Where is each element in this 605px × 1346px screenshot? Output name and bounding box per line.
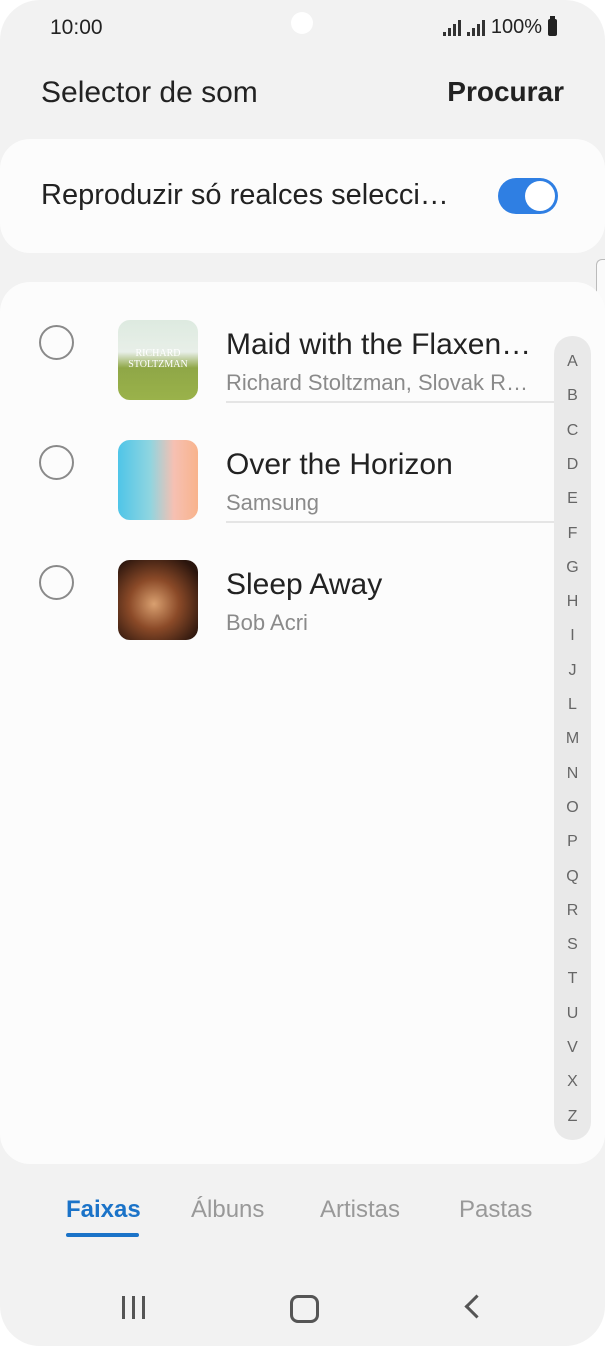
highlights-toggle-card[interactable]: Reproduzir só realces selecci… — [0, 139, 605, 253]
radio-button[interactable] — [39, 445, 74, 480]
active-tab-indicator — [66, 1233, 139, 1237]
tab-tracks[interactable]: Faixas — [66, 1196, 141, 1224]
back-icon[interactable] — [464, 1294, 489, 1319]
album-cover — [118, 560, 198, 640]
track-artist: Bob Acri — [226, 610, 308, 635]
alphabet-index-letter[interactable]: S — [554, 936, 591, 954]
recent-apps-icon[interactable] — [122, 1296, 145, 1319]
navigation-bar — [0, 1270, 605, 1346]
switch-knob — [525, 181, 555, 211]
status-bar: 10:00 100% — [0, 0, 605, 56]
alphabet-index-letter[interactable]: L — [554, 696, 591, 714]
status-time: 10:00 — [50, 16, 103, 39]
battery-percentage: 100% — [490, 16, 542, 38]
album-cover-text: RICHARD STOLTZMAN — [128, 348, 188, 370]
home-icon[interactable] — [290, 1295, 319, 1323]
alphabet-index-letter[interactable]: B — [554, 387, 591, 405]
tab-artists[interactable]: Artistas — [320, 1196, 400, 1224]
alphabet-index-scrollbar[interactable]: ABCDEFGHIJLMNOPQRSTUVXZ — [554, 336, 591, 1140]
alphabet-index-letter[interactable]: A — [554, 353, 591, 371]
camera-cutout — [291, 12, 313, 34]
alphabet-index-letter[interactable]: R — [554, 902, 591, 920]
radio-button[interactable] — [39, 565, 74, 600]
page-title: Selector de som — [41, 76, 258, 109]
alphabet-index-letter[interactable]: I — [554, 627, 591, 645]
signal-icon — [442, 19, 461, 36]
list-item[interactable]: RICHARD STOLTZMAN Maid with the Flaxen… … — [0, 282, 560, 403]
track-title: Over the Horizon — [226, 448, 453, 481]
alphabet-index-letter[interactable]: U — [554, 1005, 591, 1023]
tab-albums[interactable]: Álbuns — [191, 1196, 264, 1224]
alphabet-index-letter[interactable]: M — [554, 730, 591, 748]
track-artist: Richard Stoltzman, Slovak R… — [226, 370, 528, 395]
alphabet-index-letter[interactable]: Z — [554, 1108, 591, 1126]
alphabet-index-letter[interactable]: P — [554, 833, 591, 851]
highlights-toggle-label: Reproduzir só realces selecci… — [41, 179, 449, 211]
track-title: Maid with the Flaxen… — [226, 328, 532, 361]
track-list: RICHARD STOLTZMAN Maid with the Flaxen… … — [0, 282, 605, 1164]
track-artist: Samsung — [226, 490, 319, 515]
radio-button[interactable] — [39, 325, 74, 360]
alphabet-index-letter[interactable]: D — [554, 456, 591, 474]
alphabet-index-letter[interactable]: G — [554, 559, 591, 577]
list-item[interactable]: Over the Horizon Samsung — [0, 402, 560, 523]
signal-icon-2 — [466, 19, 485, 36]
album-cover — [118, 440, 198, 520]
tab-folders[interactable]: Pastas — [459, 1196, 532, 1224]
alphabet-index-letter[interactable]: T — [554, 970, 591, 988]
status-indicators: 100% — [442, 16, 557, 39]
search-button[interactable]: Procurar — [447, 76, 564, 108]
album-cover: RICHARD STOLTZMAN — [118, 320, 198, 400]
highlights-switch[interactable] — [498, 178, 558, 214]
track-title: Sleep Away — [226, 568, 383, 601]
alphabet-index-letter[interactable]: Q — [554, 868, 591, 886]
alphabet-index-letter[interactable]: J — [554, 662, 591, 680]
alphabet-index-letter[interactable]: C — [554, 422, 591, 440]
alphabet-index-letter[interactable]: N — [554, 765, 591, 783]
alphabet-index-letter[interactable]: E — [554, 490, 591, 508]
alphabet-index-letter[interactable]: H — [554, 593, 591, 611]
alphabet-index-letter[interactable]: F — [554, 525, 591, 543]
alphabet-index-letter[interactable]: O — [554, 799, 591, 817]
battery-icon — [548, 16, 557, 36]
alphabet-index-letter[interactable]: V — [554, 1039, 591, 1057]
bottom-tabs: Faixas Álbuns Artistas Pastas — [0, 1196, 605, 1244]
list-item[interactable]: Sleep Away Bob Acri — [0, 522, 560, 642]
screen: 10:00 100% Selector de som Procurar Repr… — [0, 0, 605, 1346]
alphabet-index-letter[interactable]: X — [554, 1073, 591, 1091]
